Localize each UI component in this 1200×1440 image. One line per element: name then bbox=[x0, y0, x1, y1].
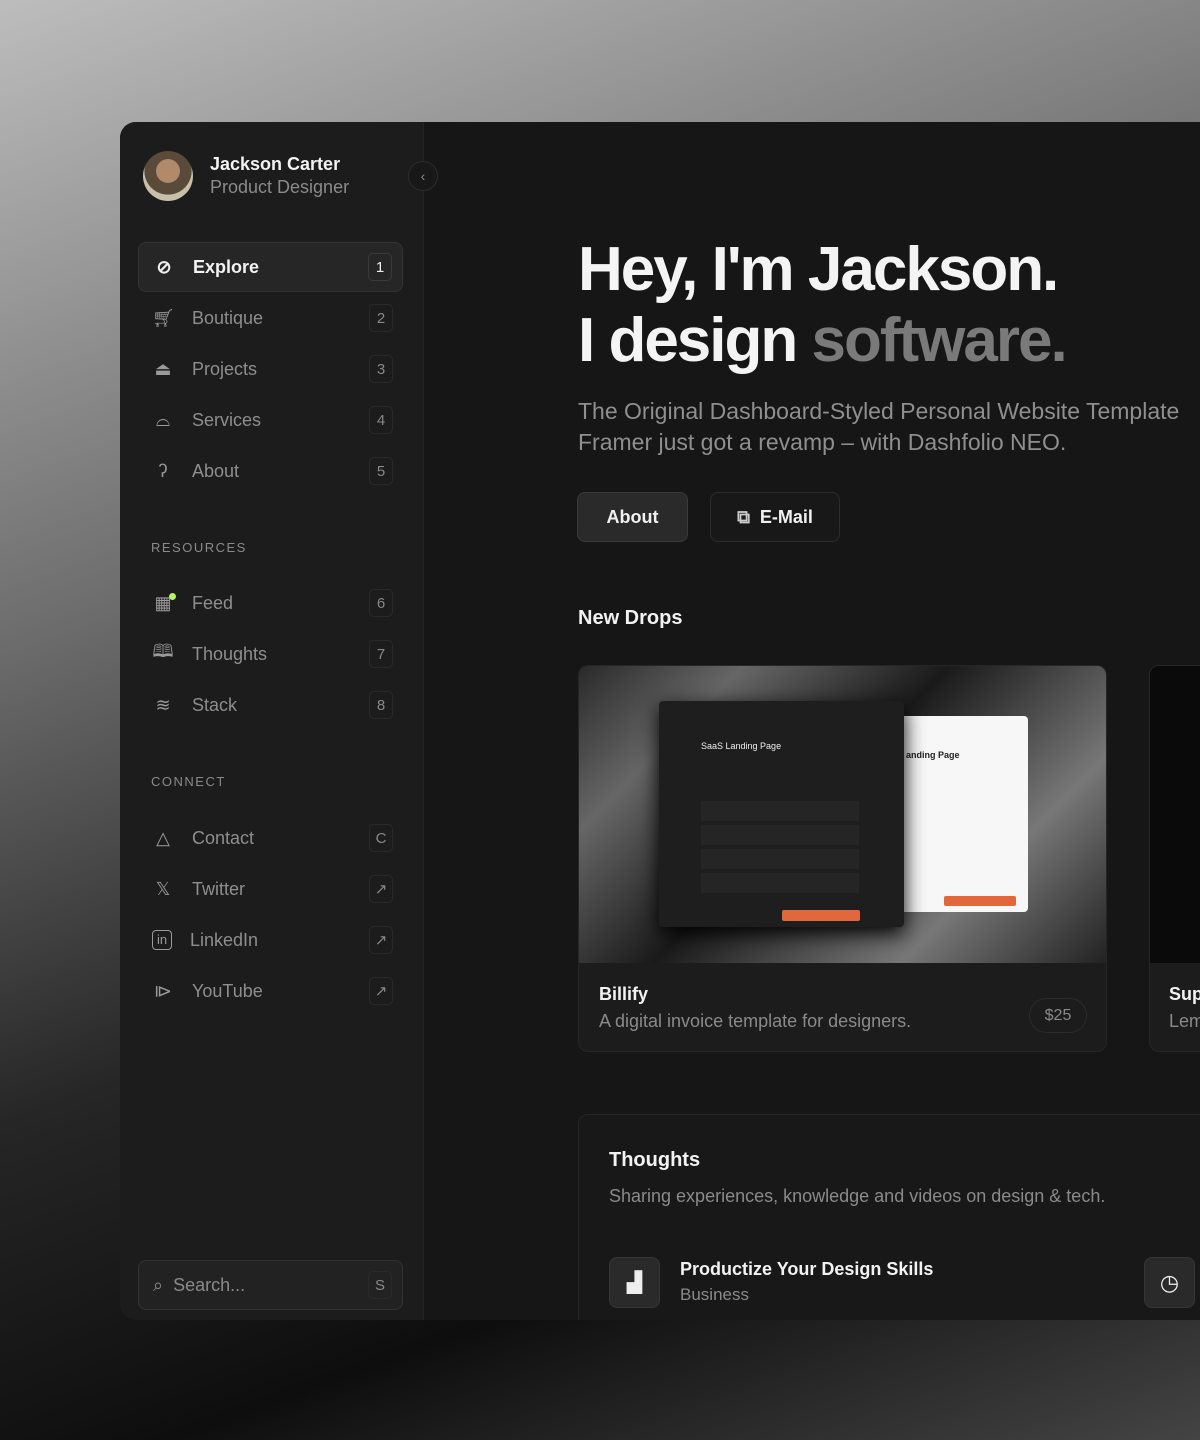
search-input[interactable]: ⌕ Search... S bbox=[138, 1260, 403, 1310]
layers-icon: ≋ bbox=[155, 694, 171, 715]
sidebar-item-label: Contact bbox=[192, 827, 255, 848]
chevron-left-icon: ‹ bbox=[420, 168, 426, 184]
sidebar-item-linkedin[interactable]: in LinkedIn ↗ bbox=[138, 915, 403, 965]
product-description: Lem bbox=[1169, 1011, 1200, 1031]
shortcut-badge: S bbox=[368, 1271, 392, 1299]
clock-icon: ◷ bbox=[1144, 1257, 1195, 1308]
product-image bbox=[1150, 666, 1200, 963]
compass-icon: ⊘ bbox=[156, 256, 172, 277]
profile-role: Product Designer bbox=[210, 177, 350, 197]
section-label-connect: CONNECT bbox=[151, 774, 226, 789]
sidebar-item-label: Boutique bbox=[192, 307, 264, 328]
youtube-icon: ⧐ bbox=[154, 980, 172, 1001]
section-label-resources: RESOURCES bbox=[151, 540, 247, 555]
invoice-mockup-dark: SaaS Landing Page bbox=[659, 701, 904, 927]
sidebar-item-label: YouTube bbox=[192, 980, 263, 1001]
linkedin-icon: in bbox=[152, 930, 172, 950]
search-icon: ⌕ bbox=[153, 1274, 164, 1295]
product-description: A digital invoice template for designers… bbox=[599, 1011, 912, 1031]
head-icon: ʔ bbox=[158, 460, 168, 481]
email-button[interactable]: ⧉ E-Mail bbox=[710, 492, 840, 542]
hero-subtitle-line-2: Framer just got a revamp – with Dashfoli… bbox=[578, 429, 1067, 455]
avatar bbox=[143, 151, 193, 201]
sidebar-item-label: Twitter bbox=[192, 878, 246, 899]
sidebar-item-projects[interactable]: ⏏ Projects 3 bbox=[138, 344, 403, 394]
profile-name: Jackson Carter bbox=[210, 154, 341, 174]
sidebar-item-label: Stack bbox=[192, 694, 238, 715]
thoughts-subtitle: Sharing experiences, knowledge and video… bbox=[609, 1186, 1106, 1206]
shortcut-badge: 3 bbox=[369, 355, 393, 383]
pen-nib-icon: ⏏ bbox=[154, 358, 172, 379]
shortcut-badge: 4 bbox=[369, 406, 393, 434]
mock-pay-button bbox=[944, 896, 1016, 906]
product-title: Billify bbox=[599, 984, 649, 1004]
chart-icon: ▟ bbox=[609, 1257, 660, 1308]
mock-title-dark: SaaS Landing Page bbox=[701, 741, 782, 751]
thoughts-title: Thoughts bbox=[609, 1149, 701, 1171]
product-card-billify[interactable]: anding Page SaaS Landing Page Billify A … bbox=[578, 665, 1107, 1052]
sidebar-item-stack[interactable]: ≋ Stack 8 bbox=[138, 680, 403, 730]
hero-line-2: I design bbox=[578, 306, 812, 375]
mock-pay-button bbox=[782, 910, 860, 921]
external-link-icon: ↗ bbox=[369, 926, 393, 954]
sidebar-item-feed[interactable]: ▦ Feed 6 bbox=[138, 578, 403, 628]
bell-cloche-icon: ⌓ bbox=[155, 409, 171, 430]
thought-title[interactable]: Productize Your Design Skills bbox=[680, 1259, 933, 1280]
shortcut-badge: 5 bbox=[369, 457, 393, 485]
sidebar-item-services[interactable]: ⌓ Services 4 bbox=[138, 395, 403, 445]
invoice-mockup-light: anding Page bbox=[904, 716, 1028, 912]
sidebar-item-youtube[interactable]: ⧐ YouTube ↗ bbox=[138, 966, 403, 1016]
shortcut-badge: 6 bbox=[369, 589, 393, 617]
email-label: E-Mail bbox=[759, 506, 813, 527]
sidebar-item-about[interactable]: ʔ About 5 bbox=[138, 446, 403, 496]
app-window: Jackson Carter Product Designer ‹ ⊘ Explo… bbox=[120, 122, 1200, 1320]
search-placeholder: Search... bbox=[173, 1274, 246, 1295]
hero-line-1: Hey, I'm Jackson. bbox=[578, 235, 1059, 304]
thought-category: Business bbox=[680, 1285, 749, 1304]
about-button[interactable]: About bbox=[577, 492, 688, 542]
sidebar-item-label: About bbox=[192, 460, 240, 481]
shortcut-badge: C bbox=[369, 824, 393, 852]
cart-icon: 🛒︎ bbox=[152, 307, 175, 328]
sidebar-item-thoughts[interactable]: 🕮︎ Thoughts 7 bbox=[138, 629, 403, 679]
shortcut-badge: 1 bbox=[368, 253, 392, 281]
hero-heading: Hey, I'm Jackson. I design software. bbox=[578, 234, 1068, 376]
hero-subtitle-line-1: The Original Dashboard-Styled Personal W… bbox=[578, 398, 1180, 424]
sidebar-item-label: Projects bbox=[192, 358, 258, 379]
hero-line-2-accent: software. bbox=[811, 306, 1067, 375]
mock-line-items bbox=[701, 801, 859, 897]
hero-subtitle: The Original Dashboard-Styled Personal W… bbox=[578, 396, 1179, 458]
price-badge: $25 bbox=[1029, 998, 1087, 1033]
sidebar-item-boutique[interactable]: 🛒︎ Boutique 2 bbox=[138, 293, 403, 343]
sidebar-item-label: Services bbox=[192, 409, 262, 430]
feed-new-dot bbox=[169, 592, 176, 600]
sidebar-item-label: LinkedIn bbox=[190, 929, 259, 950]
sidebar-item-label: Thoughts bbox=[192, 643, 268, 664]
contact-icon: △ bbox=[156, 827, 170, 848]
product-title: Sup bbox=[1169, 984, 1200, 1004]
collapse-sidebar-button[interactable]: ‹ bbox=[408, 161, 438, 191]
shortcut-badge: 7 bbox=[369, 640, 393, 668]
x-icon: 𝕏 bbox=[155, 878, 171, 899]
mock-title-light: anding Page bbox=[906, 750, 960, 760]
sidebar-item-contact[interactable]: △ Contact C bbox=[138, 813, 403, 863]
product-image: anding Page SaaS Landing Page bbox=[579, 666, 1106, 963]
feed-icon: ▦ bbox=[152, 592, 176, 614]
product-card-2[interactable]: Sup Lem bbox=[1149, 665, 1200, 1052]
external-link-icon: ↗ bbox=[369, 977, 393, 1005]
book-icon: 🕮︎ bbox=[152, 641, 174, 661]
thoughts-section: Thoughts Sharing experiences, knowledge … bbox=[578, 1114, 1200, 1320]
sidebar: Jackson Carter Product Designer ‹ ⊘ Explo… bbox=[120, 122, 438, 1320]
shortcut-badge: 2 bbox=[369, 304, 393, 332]
copy-icon: ⧉ bbox=[737, 506, 750, 527]
sidebar-item-twitter[interactable]: 𝕏 Twitter ↗ bbox=[138, 864, 403, 914]
sidebar-item-explore[interactable]: ⊘ Explore 1 bbox=[138, 242, 403, 292]
sidebar-item-label: Feed bbox=[192, 592, 234, 613]
new-drops-title: New Drops bbox=[578, 607, 683, 629]
external-link-icon: ↗ bbox=[369, 875, 393, 903]
sidebar-item-label: Explore bbox=[193, 256, 260, 277]
shortcut-badge: 8 bbox=[369, 691, 393, 719]
